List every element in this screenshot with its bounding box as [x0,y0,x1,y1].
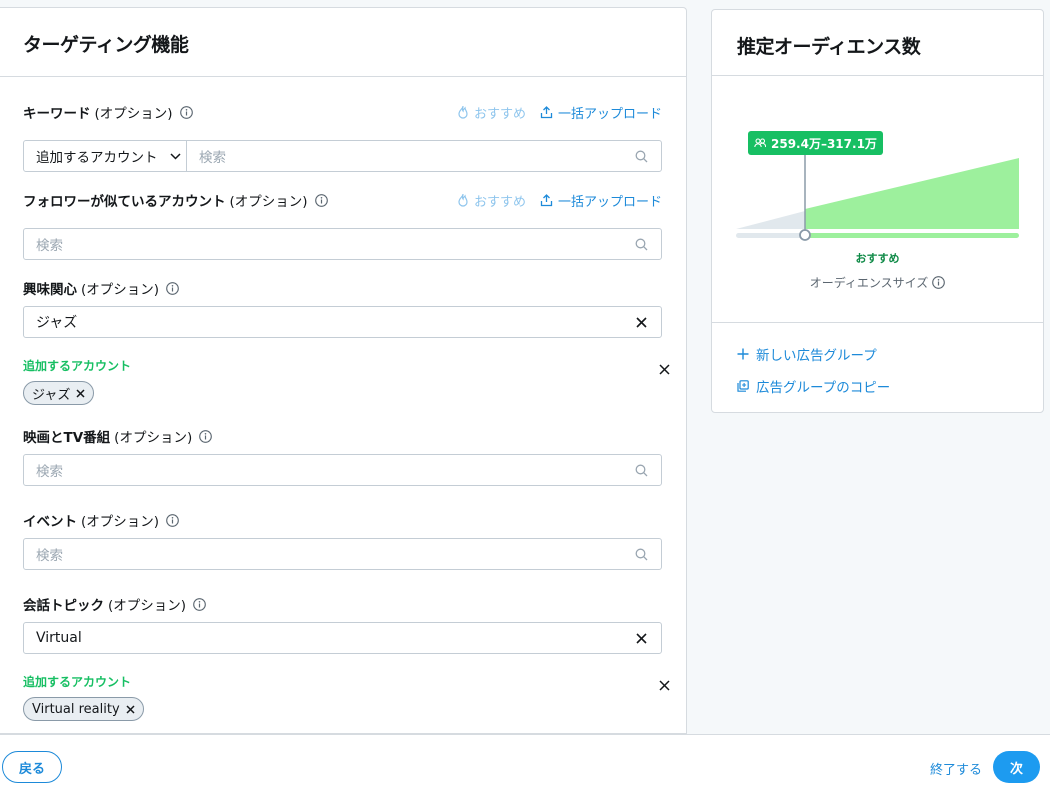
events-search-input[interactable]: 検索 [23,538,662,570]
exit-button[interactable]: 終了する [930,759,982,778]
interest-chip[interactable]: ジャズ [23,381,95,405]
info-icon[interactable] [193,597,206,611]
recommended-label: おすすめ [855,252,900,265]
optional-label: (オプション) [81,514,160,530]
follower-lookalikes-search-input[interactable]: 検索 [23,228,662,260]
bulk-upload-link[interactable]: 一括アップロード [540,191,662,210]
audience-panel: 推定オーディエンス数 259.4万–317.1万 おすすめ オーディエンスサイズ… [711,9,1044,413]
new-ad-group-link[interactable]: 新しい広告グループ [737,344,877,364]
audience-title: 推定オーディエンス数 [737,36,921,58]
added-accounts-label: 追加するアカウント [23,675,132,689]
footer-bar: 戻る 終了する 次 [0,734,1050,785]
events-section: イベント (オプション) 検索 [23,510,662,570]
interests-input[interactable]: ジャズ [23,306,662,338]
interests-section: 興味関心 (オプション) ジャズ 追加するアカウント ジャズ [23,278,670,405]
close-icon[interactable] [659,360,670,379]
optional-label: (オプション) [114,430,193,446]
audience-size-label: オーディエンスサイズ [712,274,1043,291]
search-icon [621,150,661,163]
copy-ad-group-link[interactable]: 広告グループのコピー [737,376,890,396]
search-icon [621,548,661,561]
follower-lookalikes-label: フォロワーが似ているアカウント [23,194,226,210]
optional-label: (オプション) [108,598,187,614]
conversation-topics-input[interactable]: Virtual [23,622,662,654]
page-title: ターゲティング機能 [23,34,189,56]
events-label: イベント [23,514,77,530]
info-icon[interactable] [166,513,179,527]
remove-icon [76,388,85,398]
info-icon[interactable] [166,281,179,295]
info-icon[interactable] [179,105,193,119]
keywords-label: キーワード [23,106,91,122]
search-icon [621,238,661,251]
info-icon[interactable] [314,193,328,207]
flame-icon [458,105,468,119]
conversation-topics-label: 会話トピック [23,598,104,614]
info-icon [932,276,946,289]
topic-chip[interactable]: Virtual reality [23,697,144,721]
audience-range-badge: 259.4万–317.1万 [748,131,883,155]
close-icon[interactable] [659,676,670,695]
targeting-panel: ターゲティング機能 キーワード (オプション) おすすめ 一括アップロード 追加… [0,7,687,734]
added-accounts-label: 追加するアカウント [23,359,132,373]
clear-icon[interactable] [621,316,661,328]
recommend-link[interactable]: おすすめ [457,103,526,122]
remove-icon [126,704,135,714]
info-icon[interactable] [199,429,213,443]
recommend-link[interactable]: おすすめ [457,191,526,210]
back-button[interactable]: 戻る [2,751,62,783]
movies-tv-label: 映画とTV番組 [23,430,111,446]
optional-label: (オプション) [81,282,160,298]
copy-icon [737,380,749,392]
follower-lookalikes-section: フォロワーが似ているアカウント (オプション) おすすめ 一括アップロード 検索 [23,190,662,260]
optional-label: (オプション) [94,106,173,122]
plus-icon [737,348,749,360]
keywords-input-group: 追加するアカウント 検索 [23,140,662,172]
interests-label: 興味関心 [23,282,77,298]
conversation-topics-section: 会話トピック (オプション) Virtual 追加するアカウント Virtual… [23,594,670,721]
optional-label: (オプション) [229,194,308,210]
upload-icon [540,105,553,118]
movies-tv-section: 映画とTV番組 (オプション) 検索 [23,426,662,486]
targeting-header: ターゲティング機能 [0,8,686,77]
audience-estimate-graphic: 259.4万–317.1万 おすすめ オーディエンスサイズ [712,77,1043,323]
search-icon [621,464,661,477]
clear-icon[interactable] [621,632,661,644]
movies-tv-search-input[interactable]: 検索 [23,454,662,486]
keywords-section: キーワード (オプション) おすすめ 一括アップロード 追加するアカウント 検索 [23,102,662,172]
keywords-type-select[interactable]: 追加するアカウント [24,141,187,171]
keywords-search-input[interactable]: 検索 [187,146,621,166]
next-button[interactable]: 次 [993,751,1040,783]
bulk-upload-link[interactable]: 一括アップロード [540,103,662,122]
upload-icon [540,193,553,206]
flame-icon [458,193,468,207]
people-icon [754,138,766,148]
chevron-down-icon [169,152,181,160]
